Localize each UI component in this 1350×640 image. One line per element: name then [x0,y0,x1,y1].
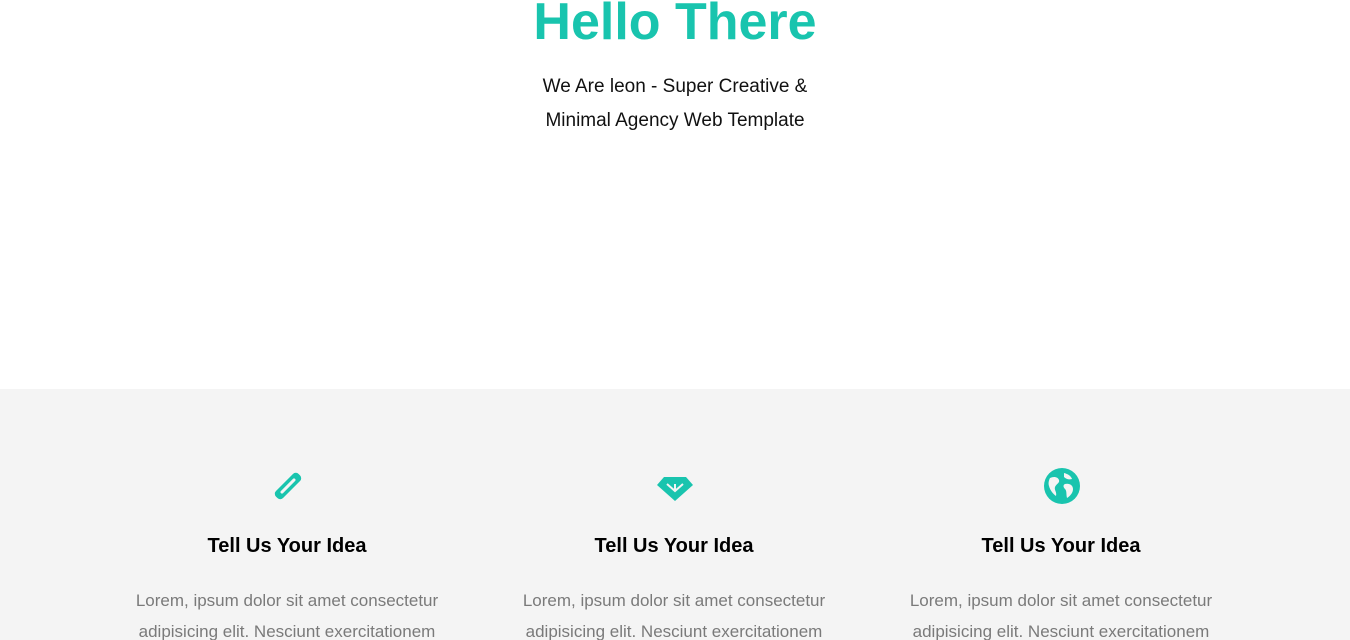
hero-title: Hello There [533,0,817,51]
hero-subtitle-line-2: Minimal Agency Web Template [545,110,805,131]
feature-title: Tell Us Your Idea [981,535,1141,557]
feature-description: Lorem, ipsum dolor sit amet consectetur … [514,585,834,640]
features-section: Tell Us Your Idea Lorem, ipsum dolor sit… [0,389,1350,640]
hero-section: Hello There We Are leon - Super Creative… [0,0,1350,389]
feature-description: Lorem, ipsum dolor sit amet consectetur … [127,585,447,640]
globe-icon [1043,467,1081,505]
hero-subtitle: We Are leon - Super Creative & Minimal A… [525,70,825,138]
diamond-icon [656,467,694,505]
feature-description-line-1: Lorem, ipsum dolor sit amet consectetur [522,591,826,610]
hero-subtitle-line-1: We Are leon - Super Creative & [542,76,808,97]
feature-description-line-2: adipisicing elit. Nesciunt exercitatione… [138,622,436,640]
feature-description-line-2: adipisicing elit. Nesciunt exercitatione… [912,622,1210,640]
feature-description-line-2: adipisicing elit. Nesciunt exercitatione… [525,622,823,640]
feature-description-line-1: Lorem, ipsum dolor sit amet consectetur [135,591,439,610]
pencil-icon [269,467,307,505]
feature-title: Tell Us Your Idea [207,535,367,557]
feature-title: Tell Us Your Idea [594,535,754,557]
feature-description: Lorem, ipsum dolor sit amet consectetur … [901,585,1221,640]
feature-description-line-1: Lorem, ipsum dolor sit amet consectetur [909,591,1213,610]
